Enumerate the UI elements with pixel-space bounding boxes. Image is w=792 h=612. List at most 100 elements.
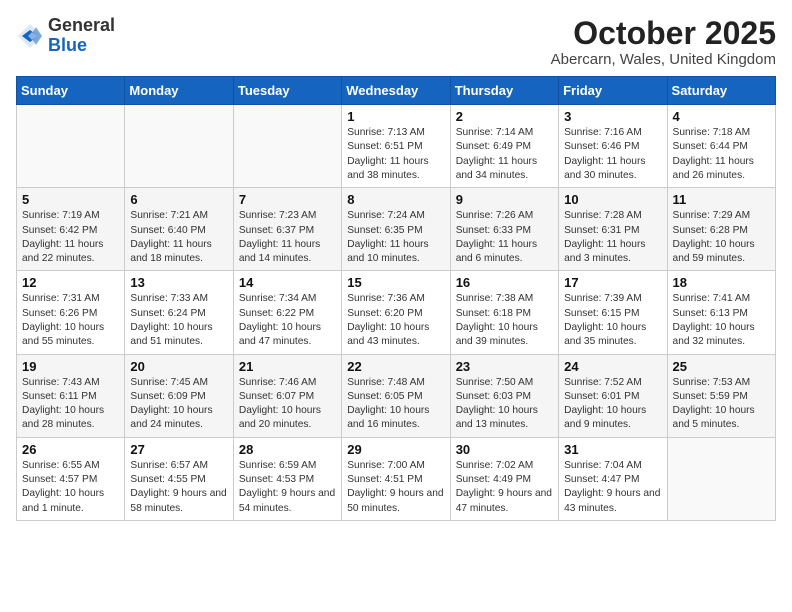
calendar-cell: 4Sunrise: 7:18 AM Sunset: 6:44 PM Daylig… [667, 105, 775, 188]
day-number: 18 [673, 275, 770, 290]
calendar-cell: 25 Sunrise: 7:53 AM Sunset: 5:59 PM Dayli… [667, 354, 775, 437]
calendar-cell: 29Sunrise: 7:00 AM Sunset: 4:51 PM Dayli… [342, 437, 450, 520]
day-number: 14 [239, 275, 336, 290]
calendar-cell: 1 Sunrise: 7:13 AM Sunset: 6:51 PM Daylig… [342, 105, 450, 188]
calendar-cell: 16Sunrise: 7:38 AM Sunset: 6:18 PM Dayli… [450, 271, 558, 354]
calendar-cell: 8 Sunrise: 7:24 AM Sunset: 6:35 PM Daylig… [342, 188, 450, 271]
day-number: 26 [22, 442, 119, 457]
month-title: October 2025 [551, 16, 776, 51]
day-number: 8 [347, 192, 444, 207]
location-title: Abercarn, Wales, United Kingdom [551, 51, 776, 68]
day-info: Sunrise: 7:24 AM Sunset: 6:35 PM Dayligh… [347, 209, 444, 266]
calendar-cell: 22 Sunrise: 7:48 AM Sunset: 6:05 PM Dayli… [342, 354, 450, 437]
calendar-cell: 11 Sunrise: 7:29 AM Sunset: 6:28 PM Dayli… [667, 188, 775, 271]
calendar-cell: 12 Sunrise: 7:31 AM Sunset: 6:26 PM Dayli… [17, 271, 125, 354]
day-number: 27 [130, 442, 227, 457]
day-number: 7 [239, 192, 336, 207]
weekday-header: Saturday [667, 77, 775, 105]
day-number: 2 [456, 109, 553, 124]
day-number: 1 [347, 109, 444, 124]
day-number: 20 [130, 359, 227, 374]
day-number: 13 [130, 275, 227, 290]
day-number: 31 [564, 442, 661, 457]
day-info: Sunrise: 7:39 AM Sunset: 6:15 PM Dayligh… [564, 292, 661, 349]
calendar-cell [667, 437, 775, 520]
day-info: Sunrise: 7:14 AM Sunset: 6:49 PM Dayligh… [456, 126, 553, 183]
day-number: 22 [347, 359, 444, 374]
logo-general: General [48, 15, 115, 35]
day-number: 23 [456, 359, 553, 374]
day-info: Sunrise: 7:31 AM Sunset: 6:26 PM Dayligh… [22, 292, 119, 349]
logo-text: General Blue [48, 16, 115, 56]
calendar-table: SundayMondayTuesdayWednesdayThursdayFrid… [16, 76, 776, 521]
calendar-cell: 31 Sunrise: 7:04 AM Sunset: 4:47 PM Dayli… [559, 437, 667, 520]
day-number: 6 [130, 192, 227, 207]
day-info: Sunrise: 7:34 AM Sunset: 6:22 PM Dayligh… [239, 292, 336, 349]
day-info: Sunrise: 7:43 AM Sunset: 6:11 PM Dayligh… [22, 376, 119, 433]
calendar-week-row: 1 Sunrise: 7:13 AM Sunset: 6:51 PM Daylig… [17, 105, 776, 188]
day-number: 5 [22, 192, 119, 207]
page-header: General Blue October 2025 Abercarn, Wale… [16, 16, 776, 68]
weekday-header: Thursday [450, 77, 558, 105]
calendar-cell: 30 Sunrise: 7:02 AM Sunset: 4:49 PM Dayli… [450, 437, 558, 520]
day-info: Sunrise: 7:29 AM Sunset: 6:28 PM Dayligh… [673, 209, 770, 266]
logo: General Blue [16, 16, 115, 56]
day-number: 11 [673, 192, 770, 207]
day-number: 25 [673, 359, 770, 374]
day-info: Sunrise: 7:04 AM Sunset: 4:47 PM Dayligh… [564, 459, 661, 516]
day-info: Sunrise: 7:33 AM Sunset: 6:24 PM Dayligh… [130, 292, 227, 349]
calendar-cell: 19 Sunrise: 7:43 AM Sunset: 6:11 PM Dayli… [17, 354, 125, 437]
logo-icon [16, 22, 44, 50]
day-number: 10 [564, 192, 661, 207]
calendar-cell: 6 Sunrise: 7:21 AM Sunset: 6:40 PM Daylig… [125, 188, 233, 271]
day-info: Sunrise: 7:00 AM Sunset: 4:51 PM Dayligh… [347, 459, 444, 516]
day-info: Sunrise: 7:46 AM Sunset: 6:07 PM Dayligh… [239, 376, 336, 433]
day-info: Sunrise: 7:48 AM Sunset: 6:05 PM Dayligh… [347, 376, 444, 433]
weekday-header: Tuesday [233, 77, 341, 105]
calendar-cell: 9Sunrise: 7:26 AM Sunset: 6:33 PM Daylig… [450, 188, 558, 271]
day-number: 30 [456, 442, 553, 457]
day-number: 21 [239, 359, 336, 374]
calendar-cell: 5Sunrise: 7:19 AM Sunset: 6:42 PM Daylig… [17, 188, 125, 271]
day-info: Sunrise: 7:23 AM Sunset: 6:37 PM Dayligh… [239, 209, 336, 266]
calendar-week-row: 5Sunrise: 7:19 AM Sunset: 6:42 PM Daylig… [17, 188, 776, 271]
day-info: Sunrise: 7:21 AM Sunset: 6:40 PM Dayligh… [130, 209, 227, 266]
weekday-header-row: SundayMondayTuesdayWednesdayThursdayFrid… [17, 77, 776, 105]
day-number: 28 [239, 442, 336, 457]
day-number: 16 [456, 275, 553, 290]
day-info: Sunrise: 6:57 AM Sunset: 4:55 PM Dayligh… [130, 459, 227, 516]
calendar-cell [17, 105, 125, 188]
day-number: 19 [22, 359, 119, 374]
day-number: 15 [347, 275, 444, 290]
day-info: Sunrise: 7:02 AM Sunset: 4:49 PM Dayligh… [456, 459, 553, 516]
day-info: Sunrise: 7:41 AM Sunset: 6:13 PM Dayligh… [673, 292, 770, 349]
title-block: October 2025 Abercarn, Wales, United Kin… [551, 16, 776, 68]
day-info: Sunrise: 7:16 AM Sunset: 6:46 PM Dayligh… [564, 126, 661, 183]
calendar-cell: 21 Sunrise: 7:46 AM Sunset: 6:07 PM Dayli… [233, 354, 341, 437]
day-info: Sunrise: 7:36 AM Sunset: 6:20 PM Dayligh… [347, 292, 444, 349]
calendar-week-row: 12 Sunrise: 7:31 AM Sunset: 6:26 PM Dayli… [17, 271, 776, 354]
day-info: Sunrise: 6:59 AM Sunset: 4:53 PM Dayligh… [239, 459, 336, 516]
day-info: Sunrise: 7:53 AM Sunset: 5:59 PM Dayligh… [673, 376, 770, 433]
weekday-header: Sunday [17, 77, 125, 105]
calendar-cell: 7 Sunrise: 7:23 AM Sunset: 6:37 PM Daylig… [233, 188, 341, 271]
calendar-cell: 13 Sunrise: 7:33 AM Sunset: 6:24 PM Dayli… [125, 271, 233, 354]
calendar-cell: 15 Sunrise: 7:36 AM Sunset: 6:20 PM Dayli… [342, 271, 450, 354]
weekday-header: Wednesday [342, 77, 450, 105]
logo-blue: Blue [48, 35, 87, 55]
calendar-cell: 10 Sunrise: 7:28 AM Sunset: 6:31 PM Dayli… [559, 188, 667, 271]
day-info: Sunrise: 7:52 AM Sunset: 6:01 PM Dayligh… [564, 376, 661, 433]
day-info: Sunrise: 7:13 AM Sunset: 6:51 PM Dayligh… [347, 126, 444, 183]
calendar-cell: 28 Sunrise: 6:59 AM Sunset: 4:53 PM Dayli… [233, 437, 341, 520]
day-info: Sunrise: 7:45 AM Sunset: 6:09 PM Dayligh… [130, 376, 227, 433]
day-number: 9 [456, 192, 553, 207]
calendar-cell: 2 Sunrise: 7:14 AM Sunset: 6:49 PM Daylig… [450, 105, 558, 188]
calendar-cell: 14 Sunrise: 7:34 AM Sunset: 6:22 PM Dayli… [233, 271, 341, 354]
day-info: Sunrise: 7:28 AM Sunset: 6:31 PM Dayligh… [564, 209, 661, 266]
day-number: 12 [22, 275, 119, 290]
calendar-cell: 26 Sunrise: 6:55 AM Sunset: 4:57 PM Dayli… [17, 437, 125, 520]
calendar-week-row: 19 Sunrise: 7:43 AM Sunset: 6:11 PM Dayli… [17, 354, 776, 437]
calendar-cell: 23Sunrise: 7:50 AM Sunset: 6:03 PM Dayli… [450, 354, 558, 437]
day-number: 17 [564, 275, 661, 290]
day-info: Sunrise: 6:55 AM Sunset: 4:57 PM Dayligh… [22, 459, 119, 516]
